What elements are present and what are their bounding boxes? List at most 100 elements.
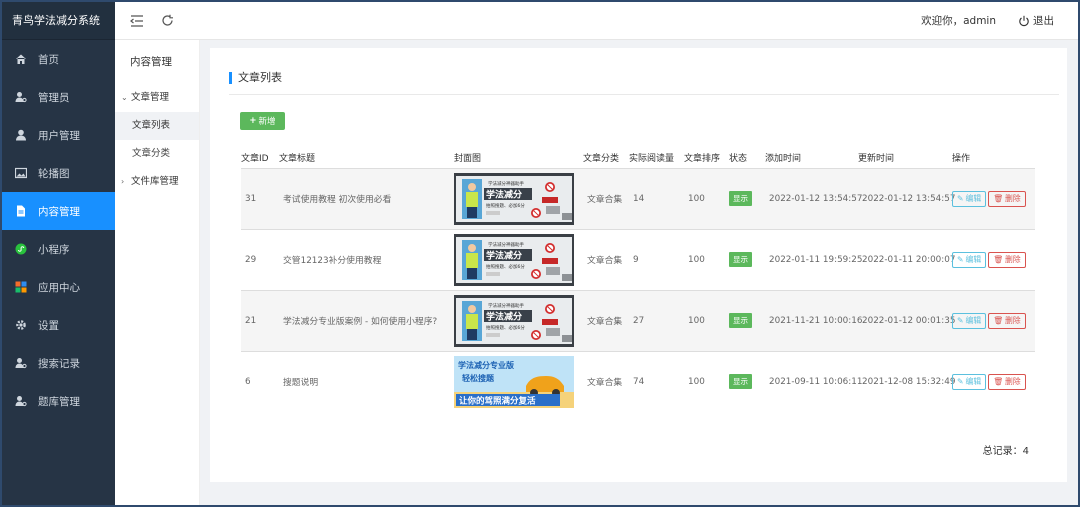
sidebar-item-label: 小程序	[38, 243, 70, 256]
sidebar-item-4[interactable]: 内容管理	[2, 192, 115, 230]
article-sort: 100	[688, 376, 705, 387]
table-header: 文章ID 文章标题 封面图 文章分类 实际阅读量 文章排序 状态 添加时间 更新时间 操作	[241, 148, 1035, 168]
table-body: 31 考试使用教程 初次使用必看 学法减分神器助手 学法减分 拍照搜题、必加6分 文章合集…	[241, 167, 1035, 412]
chevron-right-icon: ›	[121, 177, 125, 186]
article-id: 31	[245, 193, 257, 204]
column-header: 封面图	[454, 154, 482, 165]
logout-button[interactable]: 退出	[1018, 13, 1054, 28]
cover-text: 学法减分专业版	[458, 360, 514, 370]
page-title: 文章列表	[229, 72, 282, 84]
pencil-icon: ✎	[957, 377, 964, 387]
image-icon	[14, 166, 28, 180]
delete-button[interactable]: 🗑 删除	[988, 190, 1026, 207]
delete-button[interactable]: 🗑 删除	[988, 312, 1026, 329]
subnav-item-article-category[interactable]: 文章分类	[115, 140, 199, 168]
article-title: 学法减分专业版案例 - 如何使用小程序?	[283, 317, 438, 327]
article-category: 文章合集	[587, 256, 623, 266]
cover-image: 学法减分神器助手学法减分拍照搜题、必加6分	[454, 233, 574, 286]
user-gear-icon	[14, 356, 28, 370]
edit-button[interactable]: ✎ 编辑	[952, 251, 987, 268]
sidebar-item-3[interactable]: 轮播图	[2, 154, 115, 192]
column-header: 更新时间	[858, 154, 895, 165]
column-header: 文章ID	[241, 154, 269, 165]
created-time: 2022-01-11 19:59:25	[769, 254, 863, 265]
edit-button[interactable]: ✎ 编辑	[952, 190, 987, 207]
divider	[229, 94, 1059, 95]
delete-button[interactable]: 🗑 删除	[988, 373, 1026, 390]
trash-icon: 🗑	[993, 316, 1004, 325]
menu-collapse-icon[interactable]	[129, 13, 145, 29]
sidebar-item-label: 内容管理	[38, 205, 80, 218]
total-records: 总记录：4	[982, 446, 1029, 457]
subnav-group-files[interactable]: › 文件库管理	[115, 168, 199, 196]
sidebar-item-7[interactable]: 设置	[2, 306, 115, 344]
apps-grid-icon	[14, 280, 28, 294]
sidebar-item-label: 轮播图	[38, 167, 70, 180]
column-header: 添加时间	[765, 154, 802, 165]
status-badge: 显示	[729, 313, 752, 328]
pencil-icon: ✎	[957, 316, 964, 325]
subnav-group-article[interactable]: ⌄ 文章管理	[115, 84, 199, 112]
home-icon	[14, 52, 28, 66]
edit-button[interactable]: ✎ 编辑	[952, 312, 987, 329]
main-content: 文章列表 + 新增 文章ID 文章标题 封面图 文章分类 实际阅读量 文章排序 状态 添加时间…	[210, 48, 1067, 482]
cover-image: 学法减分神器助手学法减分拍照搜题、必加6分	[454, 294, 574, 347]
document-icon	[14, 204, 28, 218]
article-sort: 100	[688, 315, 705, 326]
table-row: 29 交管12123补分使用教程 学法减分神器助手 学法减分 拍照搜题、必加6分 文章合集…	[241, 228, 1035, 290]
sidebar-item-label: 搜索记录	[38, 357, 80, 370]
cover-text: 学法减分	[486, 249, 522, 261]
sidebar-item-2[interactable]: 用户管理	[2, 116, 115, 154]
cover-text: 学法减分神器助手	[488, 302, 524, 309]
edit-button[interactable]: ✎ 编辑	[952, 373, 987, 390]
cover-text: 学法减分	[486, 188, 522, 200]
article-id: 21	[245, 315, 257, 326]
updated-time: 2022-01-12 13:54:57	[862, 193, 956, 204]
created-time: 2022-01-12 13:54:57	[769, 193, 863, 204]
logout-label: 退出	[1033, 15, 1054, 27]
sidebar-item-6[interactable]: 应用中心	[2, 268, 115, 306]
cover-image: 学法减分专业版轻松搜题让你的驾照满分复活	[454, 355, 574, 408]
app-title: 青鸟学法减分系统	[2, 2, 115, 40]
delete-label: 删除	[1005, 255, 1021, 264]
sidebar: 青鸟学法减分系统 首页管理员用户管理轮播图内容管理小程序应用中心 设置搜索记录题库…	[2, 2, 115, 505]
updated-time: 2022-01-12 00:01:35	[862, 315, 956, 326]
article-views: 14	[633, 193, 645, 204]
sidebar-item-label: 首页	[38, 53, 59, 66]
plus-icon: +	[249, 116, 257, 126]
subnav-item-article-list[interactable]: 文章列表	[115, 112, 199, 140]
article-category: 文章合集	[587, 378, 623, 389]
article-id: 6	[245, 376, 251, 387]
article-views: 74	[633, 376, 645, 387]
sidebar-item-1[interactable]: 管理员	[2, 78, 115, 116]
updated-time: 2021-12-08 15:32:49	[862, 376, 956, 387]
refresh-icon[interactable]	[159, 13, 175, 29]
article-category: 文章合集	[587, 195, 623, 205]
sidebar-item-0[interactable]: 首页	[2, 40, 115, 78]
sidebar-item-5[interactable]: 小程序	[2, 230, 115, 268]
pencil-icon: ✎	[957, 194, 964, 203]
add-button[interactable]: + 新增	[240, 112, 285, 130]
article-id: 29	[245, 254, 257, 265]
sidebar-item-9[interactable]: 题库管理	[2, 382, 115, 420]
cover-text: 学法减分神器助手	[488, 180, 524, 187]
table-row: 31 考试使用教程 初次使用必看 学法减分神器助手 学法减分 拍照搜题、必加6分 文章合集…	[241, 167, 1035, 229]
subnav-group-label: 文件库管理	[131, 176, 179, 187]
cover-text: 拍照搜题、必加6分	[486, 263, 525, 270]
trash-icon: 🗑	[993, 377, 1004, 387]
cover-text: 学法减分	[486, 310, 522, 322]
gear-icon	[14, 318, 28, 332]
app-frame: 青鸟学法减分系统 首页管理员用户管理轮播图内容管理小程序应用中心 设置搜索记录题库…	[0, 0, 1080, 507]
article-title: 考试使用教程 初次使用必看	[283, 195, 392, 205]
sidebar-item-label: 用户管理	[38, 129, 80, 142]
user-gear-icon	[14, 90, 28, 104]
edit-label: 编辑	[965, 377, 982, 387]
delete-button[interactable]: 🗑 删除	[988, 251, 1026, 268]
updated-time: 2022-01-11 20:00:07	[862, 254, 956, 265]
sub-navigation: 内容管理 ⌄ 文章管理 文章列表 文章分类 › 文件库管理	[115, 40, 200, 505]
miniprogram-icon	[14, 242, 28, 256]
edit-label: 编辑	[965, 194, 982, 203]
power-icon	[1018, 15, 1030, 27]
sidebar-item-8[interactable]: 搜索记录	[2, 344, 115, 382]
created-time: 2021-09-11 10:06:11	[769, 376, 863, 387]
